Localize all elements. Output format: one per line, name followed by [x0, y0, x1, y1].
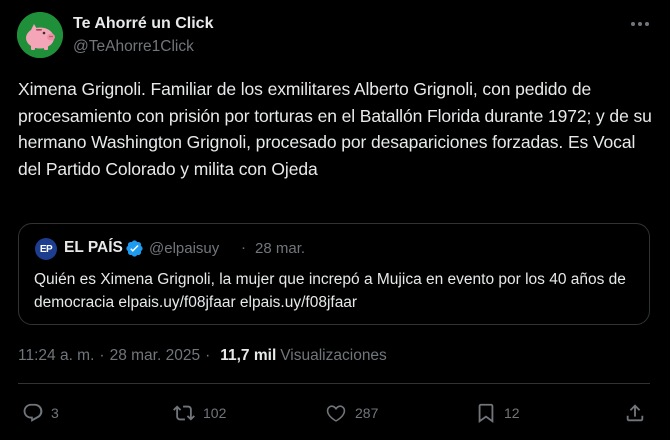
heart-icon [326, 405, 346, 422]
views-label: Visualizaciones [280, 347, 387, 364]
meta-separator-2: · [205, 347, 211, 364]
avatar[interactable] [17, 12, 63, 58]
author-handle[interactable]: @TeAhorre1Click [73, 38, 194, 56]
piggy-bank-icon [17, 12, 63, 58]
author-name[interactable]: Te Ahorré un Click [73, 15, 213, 33]
divider [18, 383, 650, 384]
bookmark-button[interactable]: 12 [475, 400, 520, 426]
tweet-card: Te Ahorré un Click @TeAhorre1Click Ximen… [0, 0, 670, 440]
quoted-separator: · [241, 239, 246, 256]
repost-count: 102 [203, 405, 227, 421]
bookmark-count: 12 [504, 405, 520, 421]
quoted-date: 28 mar. [255, 240, 306, 257]
post-time[interactable]: 11:24 a. m. [18, 347, 94, 364]
repost-button[interactable]: 102 [172, 400, 226, 426]
reply-bubble-icon [23, 403, 43, 422]
reply-button[interactable]: 3 [22, 400, 59, 426]
quoted-tweet[interactable]: EP EL PAÍS @elpaisuy · 28 mar. Quién es … [18, 223, 650, 325]
post-date[interactable]: 28 mar. 2025 [110, 347, 200, 364]
share-upload-icon [626, 404, 644, 422]
like-count: 287 [355, 405, 379, 421]
quoted-author-handle: @elpaisuy [149, 240, 220, 257]
quoted-text: Quién es Ximena Grignoli, la mujer que i… [34, 271, 626, 311]
views-count: 11,7 mil [220, 347, 277, 364]
tweet-text: Ximena Grignoli. Familiar de los exmilit… [18, 79, 652, 179]
like-button[interactable]: 287 [324, 400, 378, 426]
quoted-avatar: EP [35, 238, 57, 260]
bookmark-icon [478, 403, 494, 424]
more-dots-icon [631, 22, 649, 26]
quoted-author-name: EL PAÍS [64, 239, 123, 256]
reply-count: 3 [51, 405, 59, 421]
meta-separator: · [99, 347, 105, 364]
share-button[interactable] [624, 400, 646, 426]
repost-arrows-icon [173, 405, 195, 421]
verified-badge-icon [126, 240, 143, 257]
tweet-metadata: 11:24 a. m. · 28 mar. 2025 · 11,7 mil Visuali… [18, 347, 387, 365]
more-options-button[interactable] [626, 14, 654, 34]
